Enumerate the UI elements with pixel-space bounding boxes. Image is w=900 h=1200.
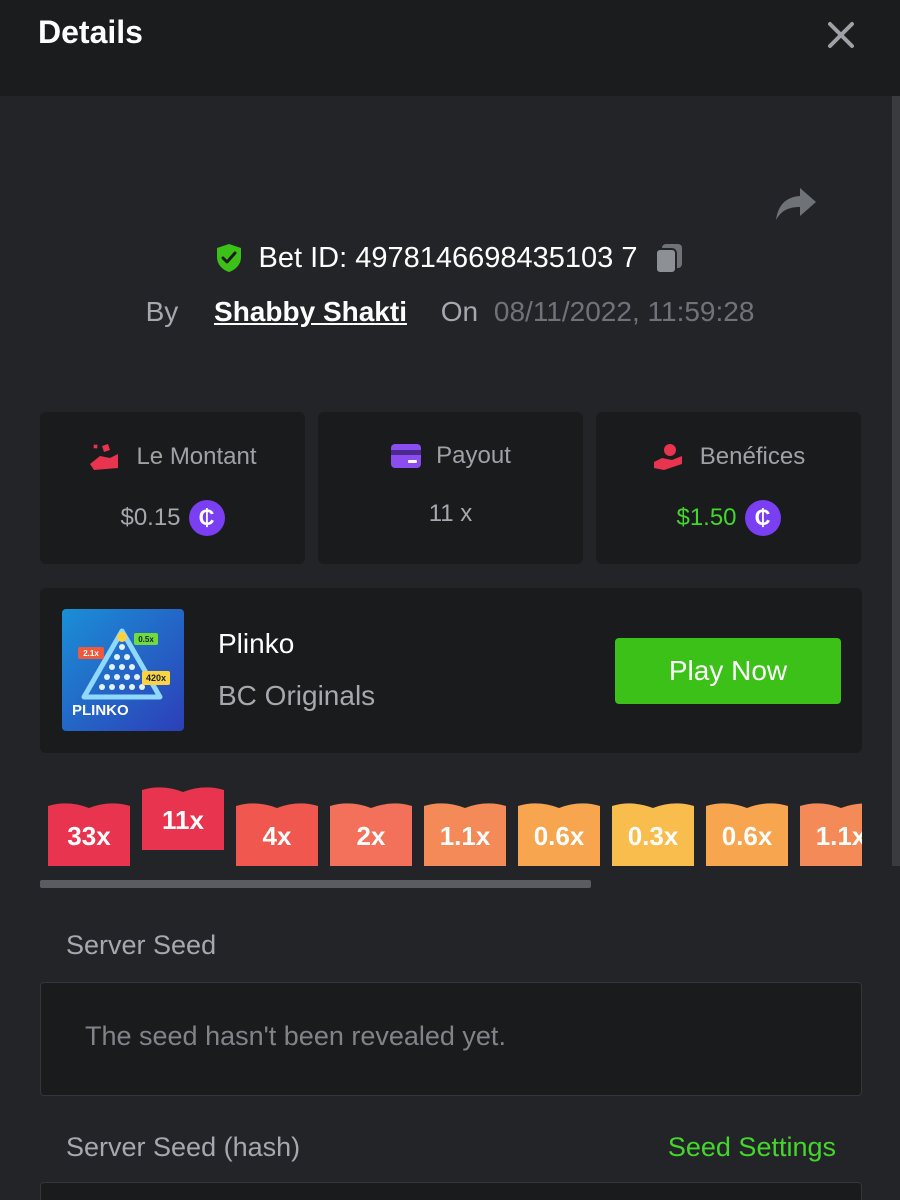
horizontal-scrollbar[interactable] xyxy=(40,880,591,888)
server-seed-label: Server Seed xyxy=(66,930,217,960)
play-now-button[interactable]: Play Now xyxy=(615,638,841,704)
profit-value: $1.50 xyxy=(676,504,737,531)
multiplier-chip: 2x xyxy=(330,802,412,866)
share-icon[interactable] xyxy=(772,180,820,228)
page-title: Details xyxy=(38,14,143,50)
game-name: Plinko xyxy=(218,628,295,659)
multiplier-chip: 1.1x xyxy=(800,802,862,866)
multiplier-strip[interactable]: 33x 11x 4x 2x 1.1x 0.6x 0.3x 0.6x 1.1x xyxy=(40,780,862,875)
multiplier-chip-active: 11x xyxy=(142,786,224,850)
multiplier-chip: 4x xyxy=(236,802,318,866)
close-icon[interactable] xyxy=(818,12,864,58)
profit-hand-icon xyxy=(653,444,682,470)
money-hand-icon xyxy=(90,444,119,470)
multiplier-chip: 33x xyxy=(48,802,130,866)
multiplier-chip: 0.6x xyxy=(518,802,600,866)
server-seed-box: The seed hasn't been revealed yet. xyxy=(40,982,862,1096)
coin-icon: ₵ xyxy=(188,500,225,536)
profit-card: Benéfices $1.50 ₵ xyxy=(596,412,861,564)
svg-text:2.1x: 2.1x xyxy=(83,649,99,658)
amount-label: Le Montant xyxy=(136,443,257,470)
on-label: On xyxy=(440,296,479,327)
coin-icon: ₵ xyxy=(744,500,781,536)
user-link[interactable]: Shabby Shakti xyxy=(214,296,407,327)
bet-id-row: Bet ID: 4978146698435103 7 xyxy=(0,240,900,290)
vertical-scrollbar[interactable] xyxy=(892,96,900,866)
profit-label: Benéfices xyxy=(699,443,806,470)
verified-shield-icon xyxy=(216,244,241,272)
amount-value: $0.15 xyxy=(120,504,181,531)
multiplier-chip: 0.6x xyxy=(706,802,788,866)
bet-id-value: 4978146698435103 7 xyxy=(355,241,638,274)
svg-text:420x: 420x xyxy=(146,673,166,683)
amount-card: Le Montant $0.15 ₵ xyxy=(40,412,305,564)
game-thumbnail[interactable]: 2.1x 0.5x 420x PLINKO xyxy=(62,609,184,731)
payout-card: Payout 11 x xyxy=(318,412,583,564)
game-card: 2.1x 0.5x 420x PLINKO Plinko BC Original… xyxy=(40,588,862,753)
seed-settings-link[interactable]: Seed Settings xyxy=(668,1132,836,1163)
game-provider: BC Originals xyxy=(218,680,376,711)
multiplier-chip: 0.3x xyxy=(612,802,694,866)
server-seed-hash-box xyxy=(40,1182,862,1200)
multiplier-chip: 1.1x xyxy=(424,802,506,866)
payout-label: Payout xyxy=(436,442,511,469)
details-header: Details xyxy=(0,0,900,96)
thumb-logo-text: PLINKO xyxy=(72,702,129,719)
bet-author-row: By Shabby Shakti On 08/11/2022, 11:59:28 xyxy=(0,296,900,340)
card-icon xyxy=(391,444,422,468)
server-seed-hash-label: Server Seed (hash) xyxy=(66,1132,301,1162)
by-label: By xyxy=(145,296,179,327)
server-seed-message: The seed hasn't been revealed yet. xyxy=(85,1021,506,1051)
bet-datetime: 08/11/2022, 11:59:28 xyxy=(493,296,755,327)
svg-text:0.5x: 0.5x xyxy=(138,635,154,644)
bet-id-label: Bet ID: xyxy=(258,241,348,274)
copy-icon[interactable] xyxy=(651,240,687,276)
payout-value: 11 x xyxy=(428,500,473,527)
